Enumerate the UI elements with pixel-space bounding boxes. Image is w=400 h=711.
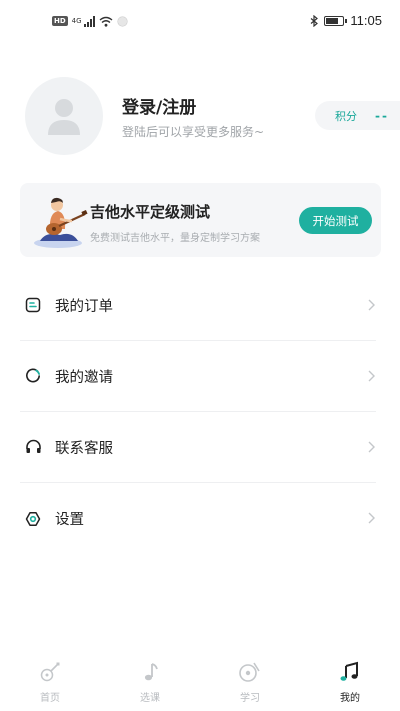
tab-label: 首页: [40, 693, 60, 704]
guitar-level-test-card[interactable]: 吉他水平定级测试 免费测试吉他水平，量身定制学习方案 开始测试: [20, 183, 381, 257]
menu-item-label: 设置: [55, 512, 84, 528]
tab-label: 学习: [240, 693, 260, 704]
guitar-icon: [38, 660, 62, 684]
menu-item-customer-service[interactable]: 联系客服: [20, 412, 376, 483]
battery-icon: [324, 15, 348, 26]
signal-icon: [83, 15, 95, 27]
points-label: 积分: [335, 109, 357, 123]
menu-item-invites[interactable]: 我的邀请: [20, 341, 376, 412]
login-register-link[interactable]: 登录/注册: [122, 93, 196, 118]
points-value: --: [375, 108, 389, 123]
vinyl-icon: [238, 660, 262, 684]
bluetooth-icon: [311, 14, 319, 27]
tab-mine[interactable]: 我的: [300, 650, 400, 711]
settings-icon: [24, 510, 42, 528]
tab-courses[interactable]: 选课: [100, 650, 200, 711]
test-card-subtitle: 免费测试吉他水平，量身定制学习方案: [90, 233, 260, 244]
chevron-right-icon: [368, 370, 375, 382]
hd-badge: HD: [52, 16, 68, 26]
login-hint: 登陆后可以享受更多服务~: [122, 125, 265, 139]
notification-icon: [116, 15, 128, 27]
user-placeholder-icon: [48, 99, 80, 135]
invite-icon: [24, 367, 42, 385]
status-bar-left: HD 4G: [52, 15, 128, 27]
test-card-title: 吉他水平定级测试: [90, 203, 211, 221]
chevron-right-icon: [368, 299, 375, 311]
tab-label: 我的: [340, 693, 360, 704]
tab-home[interactable]: 首页: [0, 650, 100, 711]
network-type: 4G: [71, 17, 82, 25]
music-notes-icon: [338, 660, 362, 684]
clock: 11:05: [350, 13, 382, 28]
headset-icon: [24, 438, 42, 456]
points-badge[interactable]: 积分 --: [315, 101, 400, 130]
start-test-button[interactable]: 开始测试: [299, 207, 372, 234]
menu-item-orders[interactable]: 我的订单: [20, 270, 376, 341]
menu-list: 我的订单 我的邀请 联系客服 设置: [20, 270, 376, 554]
wifi-icon: [99, 16, 113, 27]
chevron-right-icon: [368, 441, 375, 453]
status-bar: HD 4G 11:05: [0, 0, 400, 48]
bottom-nav: 首页 选课 学习 我的: [0, 650, 400, 711]
music-note-icon: [138, 660, 162, 684]
avatar[interactable]: [25, 77, 103, 155]
tab-study[interactable]: 学习: [200, 650, 300, 711]
chevron-right-icon: [368, 512, 375, 524]
tab-label: 选课: [140, 693, 160, 704]
menu-item-label: 联系客服: [55, 440, 113, 457]
menu-item-label: 我的订单: [55, 298, 113, 315]
order-icon: [24, 296, 42, 314]
menu-item-settings[interactable]: 设置: [20, 483, 376, 554]
guitarist-illustration: [34, 197, 88, 248]
status-bar-right: 11:05: [310, 13, 382, 28]
menu-item-label: 我的邀请: [55, 369, 113, 386]
battery-fill: [326, 17, 339, 24]
